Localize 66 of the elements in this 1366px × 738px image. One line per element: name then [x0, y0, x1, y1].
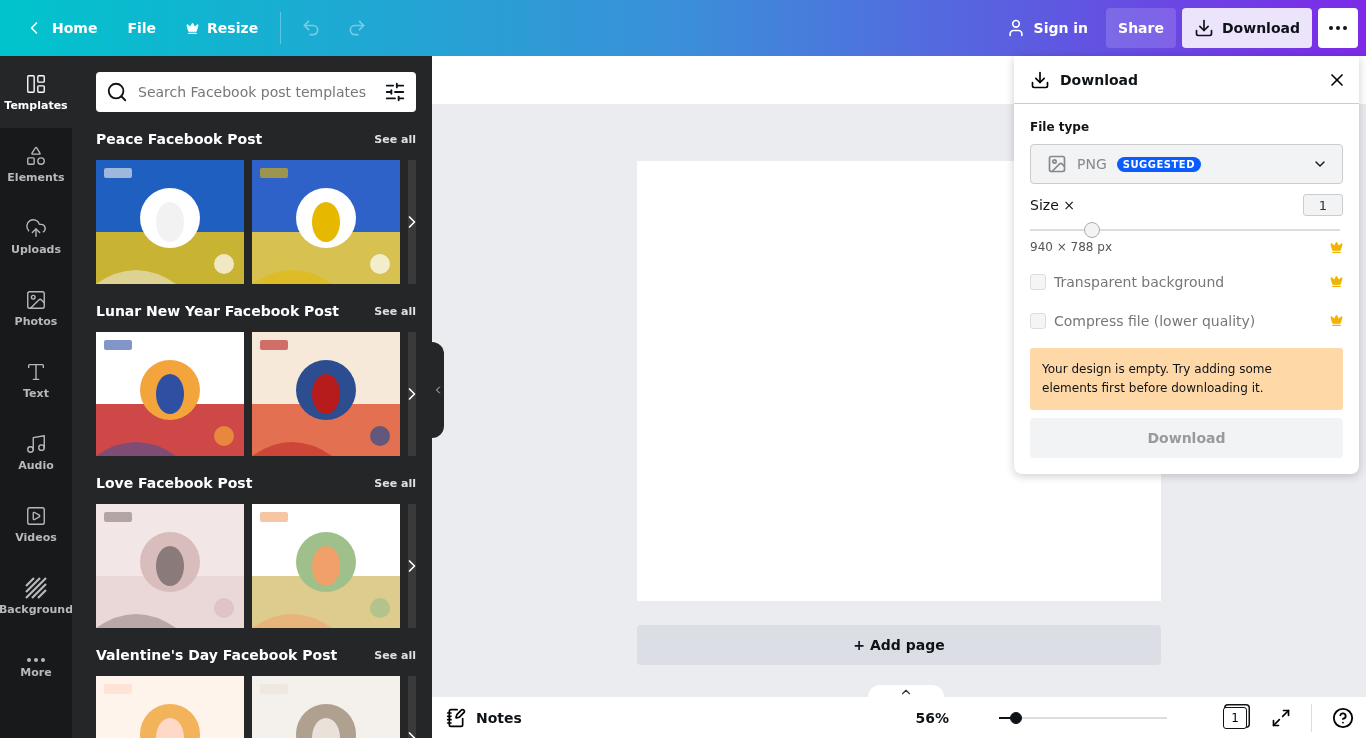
crown-icon [1330, 240, 1343, 254]
sidebar-item[interactable]: Videos [0, 488, 72, 560]
section-title: Valentine's Day Facebook Post [96, 647, 338, 663]
download-button[interactable]: Download [1181, 8, 1312, 48]
more-icon [27, 657, 45, 662]
crown-icon [1330, 275, 1343, 288]
section-title: Love Facebook Post [96, 475, 253, 491]
redo-icon [347, 18, 368, 38]
fullscreen-icon[interactable] [1271, 707, 1291, 728]
sign-in-button[interactable]: Sign in [993, 8, 1101, 48]
file-type-label: File type [1030, 120, 1091, 134]
sidebar-item[interactable]: Text [0, 344, 72, 416]
template-thumbnail[interactable] [408, 504, 416, 628]
see-all-link[interactable]: See all [374, 304, 416, 318]
share-button[interactable]: Share [1106, 8, 1176, 48]
layout-icon [25, 72, 47, 95]
filter-icon[interactable] [384, 81, 406, 103]
popover-title: Download [1060, 71, 1140, 88]
template-thumbnail[interactable] [408, 332, 416, 456]
shapes-icon [25, 144, 47, 167]
sidebar-item[interactable]: More [0, 632, 72, 704]
download-icon [1193, 18, 1214, 38]
sidebar-item[interactable]: Photos [0, 272, 72, 344]
crown-icon [186, 21, 200, 35]
collapse-panel-button[interactable] [432, 342, 444, 438]
slider-thumb[interactable] [1009, 711, 1022, 724]
music-note-icon [25, 432, 47, 455]
notes-label[interactable]: Notes [476, 709, 522, 726]
checkbox[interactable] [1030, 273, 1046, 290]
more-button[interactable] [1318, 8, 1358, 48]
size-label: Size × [1030, 197, 1075, 213]
search-bar[interactable]: Search Facebook post templates [96, 72, 416, 112]
template-thumbnail[interactable] [408, 160, 416, 284]
play-icon [25, 504, 47, 527]
checkbox[interactable] [1030, 312, 1046, 329]
option-label[interactable]: Transparent background [1054, 273, 1322, 290]
dimensions-text: 940 × 788 px [1030, 240, 1113, 254]
see-all-link[interactable]: See all [374, 648, 416, 662]
stripes-icon [25, 576, 47, 599]
add-page-button[interactable]: + Add page [637, 625, 1161, 665]
sidebar-item[interactable]: Elements [0, 128, 72, 200]
section-title: Lunar New Year Facebook Post [96, 303, 339, 319]
size-input[interactable]: 1 [1303, 194, 1343, 216]
download-icon [1030, 69, 1050, 90]
search-icon [106, 81, 128, 103]
image-icon [1047, 154, 1067, 174]
image-icon [25, 288, 47, 311]
size-slider[interactable] [1030, 221, 1340, 239]
zoom-percent[interactable]: 56% [915, 709, 949, 726]
file-type-dropdown[interactable]: PNG SUGGESTED [1030, 144, 1343, 184]
page-count-button[interactable]: 1 [1223, 706, 1247, 729]
notes-icon[interactable] [446, 707, 466, 728]
more-icon [1329, 26, 1347, 30]
sidebar-item[interactable]: Audio [0, 416, 72, 488]
help-icon[interactable] [1332, 706, 1354, 729]
crown-icon [1330, 314, 1343, 327]
sidebar-item[interactable]: Uploads [0, 200, 72, 272]
sidebar-item[interactable]: Background [0, 560, 72, 632]
option-label[interactable]: Compress file (lower quality) [1054, 312, 1322, 329]
sidebar-item[interactable]: Templates [0, 56, 72, 128]
see-all-link[interactable]: See all [374, 132, 416, 146]
section-title: Peace Facebook Post [96, 131, 263, 147]
empty-design-notice: Your design is empty. Try adding some elements first before downloading it. [1030, 348, 1343, 410]
slider-thumb[interactable] [1084, 222, 1100, 238]
cloud-upload-icon [25, 216, 47, 239]
see-all-link[interactable]: See all [374, 476, 416, 490]
